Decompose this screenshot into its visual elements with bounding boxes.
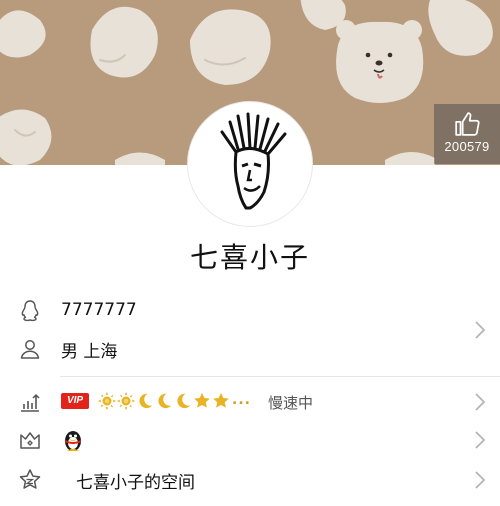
- avatar[interactable]: [188, 102, 312, 226]
- qq-number-row: 7777777: [0, 291, 500, 329]
- moon-level-icon: [139, 393, 153, 409]
- section-divider: [60, 376, 500, 377]
- qq-penguin-badge-icon: [65, 431, 81, 451]
- sun-level-icon: [117, 392, 135, 410]
- qq-number: 7777777: [61, 300, 137, 320]
- nickname: 七喜小子: [189, 241, 310, 274]
- vip-service-row[interactable]: [0, 421, 500, 459]
- gender-location: 男 上海: [61, 341, 118, 362]
- like-count: 200579: [444, 139, 490, 154]
- gender-location-row[interactable]: 男 上海: [0, 330, 500, 368]
- star-level-icon: [213, 392, 229, 408]
- thumbs-up-icon: [455, 112, 480, 136]
- like-button[interactable]: 200579: [434, 104, 500, 164]
- sun-level-icon: [98, 392, 116, 410]
- vip-badge: VIP: [61, 393, 89, 409]
- speed-status: 慢速中: [268, 394, 314, 412]
- level-chart-icon: [21, 393, 40, 412]
- chevron-right-icon[interactable]: [474, 470, 486, 490]
- qzone-label: 七喜小子的空间: [76, 472, 195, 493]
- crown-icon: [20, 432, 40, 449]
- avatar-image: [220, 112, 287, 210]
- qzone-star-icon: [19, 469, 41, 489]
- chevron-right-icon[interactable]: [474, 392, 486, 412]
- penguin-icon: [21, 300, 39, 322]
- moon-level-icon: [177, 393, 191, 409]
- moon-level-icon: [158, 393, 172, 409]
- level-icons: [98, 392, 230, 410]
- level-more-indicator: ...: [232, 392, 251, 408]
- qzone-row[interactable]: 七喜小子的空间: [0, 461, 500, 499]
- chevron-right-icon[interactable]: [474, 320, 486, 340]
- star-level-icon: [194, 392, 210, 408]
- chevron-right-icon[interactable]: [474, 430, 486, 450]
- person-icon: [20, 340, 40, 359]
